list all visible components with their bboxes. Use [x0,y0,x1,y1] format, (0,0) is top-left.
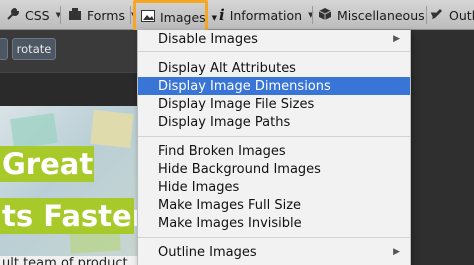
menu-separator [138,51,410,52]
image-icon [141,10,155,25]
menu-item-label: Display Image Dimensions [158,78,331,94]
page-background-right [411,30,474,265]
web-developer-toolbar: CSS ▼ Forms ▼ Images ▼ i Information ▼ M… [0,0,474,35]
menu-item-hide-background-images[interactable]: Hide Background Images [138,160,410,178]
toolbar-information-label: Information [229,7,303,23]
toolbar-divider [312,6,313,24]
images-dropdown-menu: Disable Images ▶ Display Alt Attributes … [137,30,411,265]
toolbar-css-menu[interactable]: CSS ▼ [6,0,61,30]
toolbar-divider [60,6,61,24]
menu-item-outline-images[interactable]: Outline Images ▶ [138,243,410,261]
menu-item-find-broken-images[interactable]: Find Broken Images [138,142,410,160]
menu-item-label: Find Broken Images [158,143,286,159]
menu-item-label: Display Image Paths [158,114,291,130]
toolbar-miscellaneous-label: Miscellaneous [337,7,425,23]
menu-item-label: Make Images Full Size [158,197,302,213]
toolbar-divider [130,6,131,24]
menu-item-label: Hide Images [158,179,240,195]
menu-item-label: Disable Images [158,31,258,47]
toolbar-forms-menu[interactable]: Forms ▼ [68,0,136,30]
menu-separator [138,136,410,137]
submenu-arrow-icon: ▶ [393,247,400,257]
toolbar-information-menu[interactable]: i Information ▼ [219,0,313,30]
toolbar-css-label: CSS [25,7,50,23]
chevron-down-icon: ▼ [211,13,218,22]
menu-item-hide-images[interactable]: Hide Images [138,178,410,196]
menu-item-display-image-paths[interactable]: Display Image Paths [138,113,410,131]
css-wrench-icon [6,7,20,24]
menu-item-label: Display Alt Attributes [158,60,296,76]
menu-item-display-image-dimensions[interactable]: Display Image Dimensions [138,77,410,95]
menu-item-display-image-file-sizes[interactable]: Display Image File Sizes [138,95,410,113]
toolbar-images-label: Images [160,10,206,25]
menu-item-label: Hide Background Images [158,161,321,177]
hero-headline-1: Great [0,146,94,182]
rotate-button-label: rotate [16,42,52,56]
menu-item-label: Display Image File Sizes [158,96,315,112]
hero-headline-2: ts Faster [0,198,146,234]
forms-icon [68,7,82,24]
toolbar-outline-menu[interactable]: Outl [430,0,474,30]
menu-item-label: Outline Images [158,244,257,260]
menu-item-label: Make Images Invisible [158,215,302,231]
menu-item-make-images-full-size[interactable]: Make Images Full Size [138,196,410,214]
toolbar-forms-label: Forms [87,7,126,23]
toolbar-divider [426,6,427,24]
toolbar-outline-label: Outl [449,7,474,23]
toolbar-miscellaneous-menu[interactable]: Miscellaneous ▼ [318,0,436,30]
menu-item-make-images-invisible[interactable]: Make Images Invisible [138,214,410,232]
partial-button[interactable] [0,38,8,60]
pencil-icon [430,7,444,24]
hero-subtext: ult team of product [2,256,128,265]
menu-item-disable-images[interactable]: Disable Images ▶ [138,30,410,48]
submenu-arrow-icon: ▶ [393,34,400,44]
menu-separator [138,237,410,238]
cube-icon [318,7,332,24]
menu-item-display-alt-attributes[interactable]: Display Alt Attributes [138,59,410,77]
info-icon: i [219,6,225,24]
rotate-button[interactable]: rotate [12,38,56,60]
page-header-band [0,72,137,106]
